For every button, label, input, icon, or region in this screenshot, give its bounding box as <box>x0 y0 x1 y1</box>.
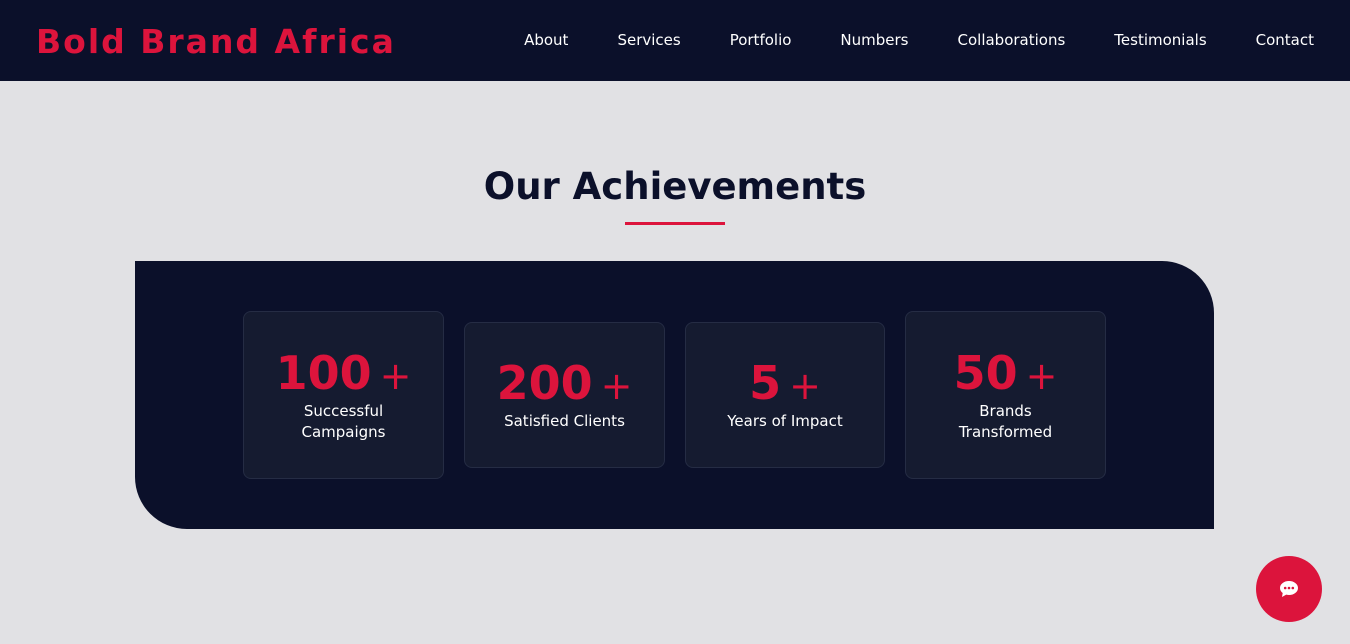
nav-link-numbers[interactable]: Numbers <box>840 30 908 50</box>
nav-link-testimonials[interactable]: Testimonials <box>1114 30 1206 50</box>
main-nav: About Services Portfolio Numbers Collabo… <box>524 0 1314 81</box>
stat-number-row: 50 + <box>954 348 1058 401</box>
stat-label: Successful Campaigns <box>301 401 386 441</box>
stat-card-clients: 200 + Satisfied Clients <box>464 322 665 468</box>
stat-number-row: 200 + <box>497 358 633 411</box>
nav-link-services[interactable]: Services <box>617 30 680 50</box>
section-title: Our Achievements <box>483 165 867 208</box>
stat-number: 5 <box>749 356 782 410</box>
nav-link-portfolio[interactable]: Portfolio <box>730 30 792 50</box>
stat-card-brands: 50 + Brands Transformed <box>905 311 1106 479</box>
stat-card-campaigns: 100 + Successful Campaigns <box>243 311 444 479</box>
stat-label: Years of Impact <box>727 412 843 430</box>
chat-bubble-icon <box>1280 581 1298 597</box>
nav-link-collaborations[interactable]: Collaborations <box>958 30 1066 50</box>
stat-plus: + <box>600 364 633 408</box>
stat-plus: + <box>1025 353 1058 398</box>
stat-number-row: 100 + <box>276 348 412 401</box>
stat-label: Brands Transformed <box>958 401 1053 441</box>
brand-logo-link[interactable]: Bold Brand Africa <box>36 20 396 64</box>
title-underline <box>625 222 725 225</box>
stat-number: 50 <box>953 345 1018 400</box>
stat-card-years: 5 + Years of Impact <box>685 322 885 468</box>
navbar: Bold Brand Africa About Services Portfol… <box>0 0 1350 81</box>
stat-number-row: 5 + <box>749 358 821 411</box>
stats-panel: 100 + Successful Campaigns 200 + Satisfi… <box>135 261 1214 529</box>
nav-link-contact[interactable]: Contact <box>1256 30 1314 50</box>
nav-link-about[interactable]: About <box>524 30 568 50</box>
chat-button[interactable] <box>1256 556 1322 622</box>
stat-plus: + <box>379 353 412 398</box>
stat-number: 200 <box>496 356 593 410</box>
stat-label: Satisfied Clients <box>504 412 625 430</box>
stat-plus: + <box>789 364 821 408</box>
stat-number: 100 <box>275 345 372 400</box>
